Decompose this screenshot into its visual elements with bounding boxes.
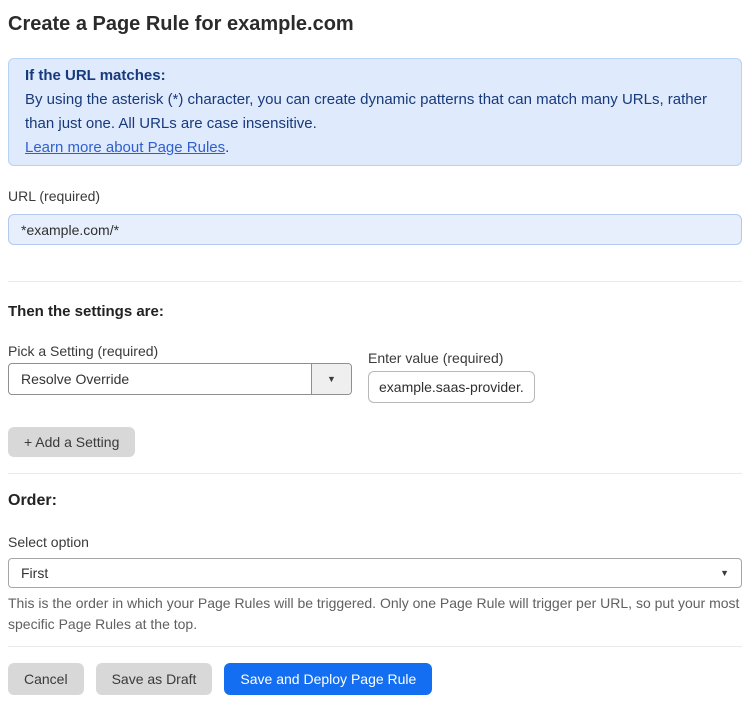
order-help-text: This is the order in which your Page Rul… (8, 595, 740, 632)
url-input[interactable] (8, 214, 742, 245)
order-selected-value: First (21, 565, 49, 581)
pick-setting-selected-value: Resolve Override (21, 371, 130, 387)
page-rule-form: Create a Page Rule for example.com If th… (0, 0, 750, 706)
setting-value-input[interactable] (368, 371, 535, 403)
chevron-down-icon: ▼ (720, 568, 729, 578)
divider-above-footer (8, 646, 742, 647)
divider-above-settings (8, 281, 742, 282)
info-box-link-line: Learn more about Page Rules. (25, 136, 725, 160)
order-select-label: Select option (8, 534, 89, 550)
divider-above-order (8, 473, 742, 474)
link-period: . (225, 139, 230, 156)
order-select-dropdown[interactable]: First ▼ (8, 558, 742, 588)
add-setting-button[interactable]: + Add a Setting (8, 427, 136, 457)
save-as-draft-button[interactable]: Save as Draft (95, 663, 213, 695)
cancel-button[interactable]: Cancel (8, 663, 84, 695)
info-box-heading: If the URL matches: (25, 67, 166, 84)
info-box-body: By using the asterisk (*) character, you… (25, 91, 707, 132)
footer-actions: Cancel Save as Draft Save and Deploy Pag… (8, 663, 742, 695)
page-title: Create a Page Rule for example.com (8, 13, 354, 35)
order-section-heading: Order: (8, 492, 57, 509)
pick-setting-dropdown-button[interactable]: ▼ (311, 364, 351, 394)
url-match-info-box: If the URL matches: By using the asteris… (8, 58, 742, 166)
enter-value-label: Enter value (required) (368, 350, 504, 366)
learn-more-link[interactable]: Learn more about Page Rules (25, 139, 225, 156)
save-and-deploy-button[interactable]: Save and Deploy Page Rule (224, 663, 433, 695)
pick-setting-label: Pick a Setting (required) (8, 343, 159, 359)
chevron-down-icon: ▼ (327, 374, 336, 384)
setting-row: Pick a Setting (required) Resolve Overri… (8, 342, 742, 403)
pick-setting-column: Pick a Setting (required) Resolve Overri… (8, 342, 352, 395)
settings-section-heading: Then the settings are: (8, 303, 164, 320)
enter-value-column: Enter value (required) (368, 349, 535, 403)
url-field-label: URL (required) (8, 188, 101, 204)
pick-setting-dropdown[interactable]: Resolve Override ▼ (8, 363, 352, 395)
